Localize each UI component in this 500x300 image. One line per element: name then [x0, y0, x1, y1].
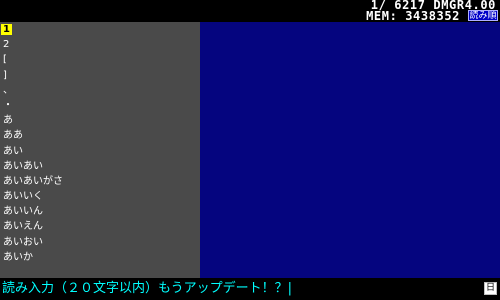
- word-list-item-label: あいえん: [3, 221, 43, 233]
- word-list-item-label: あいいん: [3, 206, 43, 218]
- word-list[interactable]: 1 2[]、・あああ あい あいあい あいあいがさ あいいく あいいん あいえん あいおい あいか: [0, 22, 200, 278]
- status-bar: 1/ 6217 DMGR4.00 MEM: 3438352 読み順: [0, 0, 500, 22]
- detail-pane: [200, 22, 500, 278]
- input-mode-icon[interactable]: 日: [484, 282, 497, 295]
- word-list-item-label: あいか: [3, 251, 33, 263]
- word-list-item-label: あいあいがさ: [3, 175, 63, 187]
- memory-readout: MEM: 3438352: [366, 9, 460, 23]
- word-list-item-label: あいいく: [3, 191, 43, 203]
- word-list-item[interactable]: あ: [0, 113, 200, 128]
- word-list-item[interactable]: 2: [0, 37, 200, 52]
- word-list-item-label: 1: [1, 24, 12, 35]
- word-list-item[interactable]: ああ: [0, 128, 200, 143]
- word-list-item[interactable]: あいいく: [0, 189, 200, 204]
- input-bar: 読み入力（２０文字以内）もうアップデート！？| 日: [0, 278, 500, 300]
- word-list-item[interactable]: 、: [0, 83, 200, 98]
- word-list-item[interactable]: あいか: [0, 250, 200, 265]
- word-list-item-label: [: [3, 54, 7, 66]
- word-list-item[interactable]: ・: [0, 98, 200, 113]
- word-list-item[interactable]: [: [0, 52, 200, 67]
- word-list-item-label: あ: [3, 115, 13, 127]
- word-list-item[interactable]: あいあいがさ: [0, 174, 200, 189]
- word-list-item-label: あいおい: [3, 236, 43, 248]
- word-list-item[interactable]: あいあい: [0, 159, 200, 174]
- word-list-item-label: 、: [3, 84, 13, 96]
- sort-mode-badge[interactable]: 読み順: [468, 10, 498, 21]
- word-list-item-label: ]: [3, 69, 7, 81]
- word-list-item-label: ・: [3, 99, 13, 111]
- word-list-item[interactable]: あいおい: [0, 235, 200, 250]
- reading-input-prompt[interactable]: 読み入力（２０文字以内）もうアップデート！？|: [2, 281, 292, 297]
- word-list-item-label: 2: [3, 39, 10, 51]
- word-list-item-label: ああ: [3, 130, 23, 142]
- word-list-item-label: あい: [3, 145, 23, 157]
- word-list-item[interactable]: あい: [0, 144, 200, 159]
- word-list-item[interactable]: あいいん: [0, 204, 200, 219]
- word-list-item[interactable]: 1: [0, 22, 200, 37]
- word-list-item[interactable]: あいえん: [0, 219, 200, 234]
- word-list-item[interactable]: ]: [0, 68, 200, 83]
- word-list-item-label: あいあい: [3, 160, 43, 172]
